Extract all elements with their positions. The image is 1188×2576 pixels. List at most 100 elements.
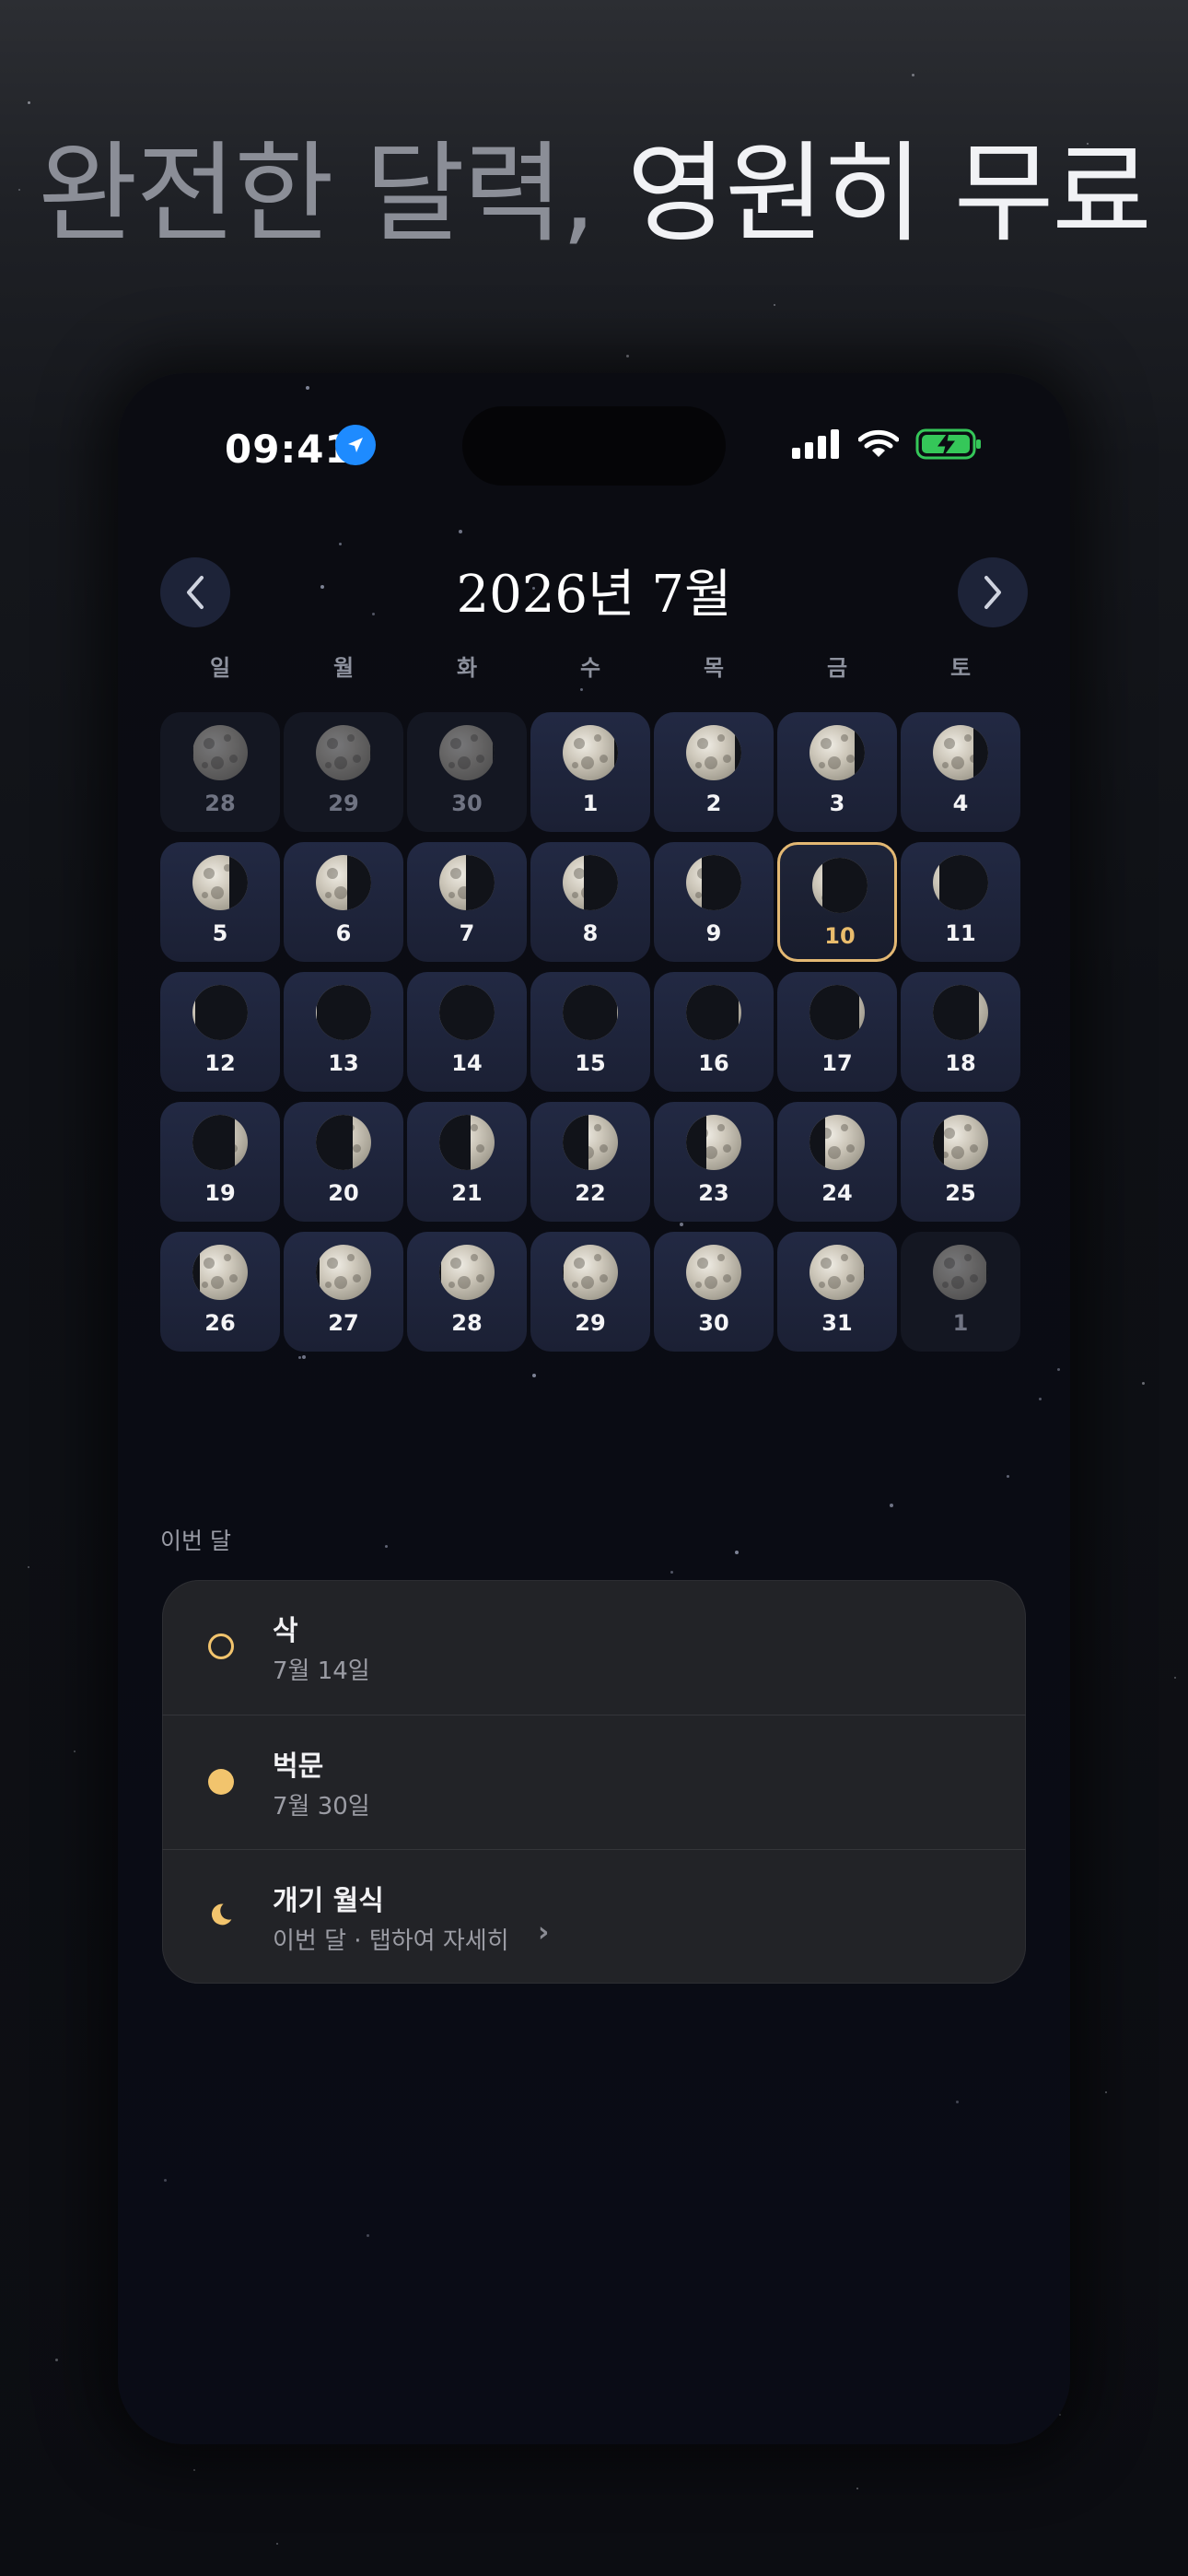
calendar-day[interactable]: 8 (530, 842, 650, 962)
calendar-day[interactable]: 15 (530, 972, 650, 1092)
calendar-day[interactable]: 20 (284, 1102, 403, 1222)
next-month-button[interactable] (958, 557, 1028, 627)
moon-phase-icon (439, 855, 495, 910)
moon-phase-icon (686, 1115, 741, 1170)
day-number: 14 (451, 1050, 483, 1076)
status-time: 09:41 (225, 427, 353, 472)
moon-events-card: 삭 7월 14일 벅문 7월 30일 개기 월식 이번 달 · 탭하여 자세히 … (162, 1580, 1026, 1984)
calendar-day[interactable]: 29 (284, 712, 403, 832)
moon-phase-icon (192, 1245, 248, 1300)
calendar-day[interactable]: 14 (407, 972, 527, 1092)
event-title: 개기 월식 (273, 1885, 384, 1917)
moon-phase-icon (192, 725, 248, 780)
moon-phase-icon (933, 855, 988, 910)
moon-phase-icon (809, 1245, 865, 1300)
star (459, 530, 462, 533)
event-row-new-moon[interactable]: 삭 7월 14일 (162, 1580, 1026, 1715)
day-number: 7 (459, 920, 475, 946)
event-row-full-moon[interactable]: 벅문 7월 30일 (162, 1715, 1026, 1850)
star (1105, 2091, 1107, 2093)
day-number: 11 (945, 920, 976, 946)
calendar-day[interactable]: 30 (654, 1232, 774, 1352)
calendar-day[interactable]: 9 (654, 842, 774, 962)
moon-phase-icon (316, 1115, 371, 1170)
star (735, 1551, 739, 1554)
calendar-day[interactable]: 26 (160, 1232, 280, 1352)
star (339, 543, 342, 545)
calendar-day[interactable]: 30 (407, 712, 527, 832)
star (28, 101, 30, 104)
star (74, 1751, 76, 1752)
star (276, 2543, 278, 2545)
calendar-day[interactable]: 29 (530, 1232, 650, 1352)
calendar-day[interactable]: 27 (284, 1232, 403, 1352)
moon-phase-icon (809, 985, 865, 1040)
moon-phase-icon (316, 1245, 371, 1300)
calendar-day[interactable]: 17 (777, 972, 897, 1092)
calendar-day[interactable]: 22 (530, 1102, 650, 1222)
weekday-label: 화 (456, 655, 478, 681)
dynamic-island (462, 406, 726, 486)
day-number: 1 (582, 790, 599, 816)
calendar-day[interactable]: 18 (901, 972, 1020, 1092)
calendar-day[interactable]: 7 (407, 842, 527, 962)
day-number: 25 (945, 1180, 976, 1206)
day-number: 21 (451, 1180, 483, 1206)
calendar-day[interactable]: 16 (654, 972, 774, 1092)
calendar-day[interactable]: 3 (777, 712, 897, 832)
star (680, 1223, 683, 1226)
day-number: 22 (575, 1180, 606, 1206)
calendar-day[interactable]: 25 (901, 1102, 1020, 1222)
star (302, 1355, 306, 1359)
day-number: 16 (698, 1050, 729, 1076)
moon-phase-icon (686, 855, 741, 910)
event-date: 7월 30일 (273, 1793, 370, 1821)
calendar-day[interactable]: 23 (654, 1102, 774, 1222)
star (532, 1374, 536, 1377)
full-moon-icon (208, 1769, 234, 1795)
chevron-right-icon (984, 576, 1001, 609)
calendar-day[interactable]: 31 (777, 1232, 897, 1352)
calendar-day[interactable]: 21 (407, 1102, 527, 1222)
calendar-day[interactable]: 1 (901, 1232, 1020, 1352)
location-arrow-icon (335, 425, 376, 465)
calendar-day[interactable]: 1 (530, 712, 650, 832)
calendar-day[interactable]: 24 (777, 1102, 897, 1222)
moon-phase-icon (192, 855, 248, 910)
day-number: 1 (952, 1310, 969, 1336)
calendar-day[interactable]: 12 (160, 972, 280, 1092)
calendar-day-today[interactable]: 10 (777, 842, 897, 962)
battery-charging-icon (915, 428, 981, 460)
star (1057, 1368, 1060, 1371)
calendar-day[interactable]: 2 (654, 712, 774, 832)
calendar-day[interactable]: 28 (160, 712, 280, 832)
day-number: 15 (575, 1050, 606, 1076)
calendar-day[interactable]: 11 (901, 842, 1020, 962)
day-number: 23 (698, 1180, 729, 1206)
moon-phase-icon (686, 1245, 741, 1300)
event-row-eclipse[interactable]: 개기 월식 이번 달 · 탭하여 자세히 › (162, 1849, 1026, 1985)
chevron-right-icon: › (538, 1916, 550, 1949)
day-number: 31 (821, 1310, 853, 1336)
day-number: 24 (821, 1180, 853, 1206)
day-number: 27 (328, 1310, 359, 1336)
day-number: 9 (705, 920, 722, 946)
crescent-moon-icon (211, 1903, 232, 1926)
calendar-day[interactable]: 28 (407, 1232, 527, 1352)
headline: 완전한 달력, 영원히 무료 (0, 129, 1188, 258)
calendar-day[interactable]: 4 (901, 712, 1020, 832)
section-label-this-month: 이번 달 (160, 1528, 231, 1554)
moon-phase-icon (192, 1115, 248, 1170)
moon-phase-icon (812, 858, 868, 913)
day-number: 13 (328, 1050, 359, 1076)
calendar-day[interactable]: 19 (160, 1102, 280, 1222)
calendar-day[interactable]: 13 (284, 972, 403, 1092)
moon-phase-icon (686, 725, 741, 780)
status-icons (792, 428, 982, 460)
weekday-label: 금 (826, 655, 848, 681)
day-number: 29 (328, 790, 359, 816)
star (55, 2359, 58, 2361)
calendar-day[interactable]: 6 (284, 842, 403, 962)
star (28, 1566, 29, 1568)
calendar-day[interactable]: 5 (160, 842, 280, 962)
